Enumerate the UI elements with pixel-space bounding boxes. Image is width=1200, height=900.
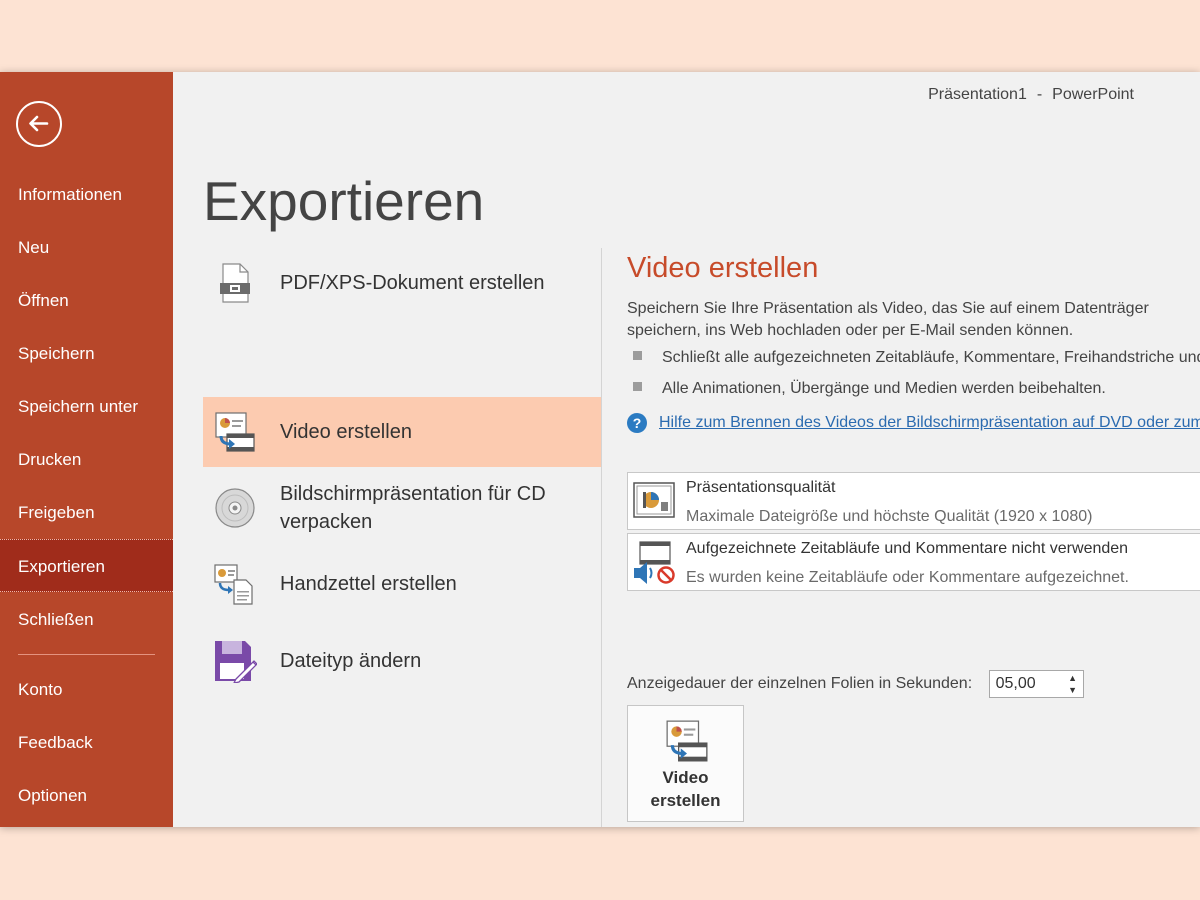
- sidebar-item-feedback[interactable]: Feedback: [0, 716, 173, 769]
- sidebar-item-konto[interactable]: Konto: [0, 663, 173, 716]
- quality-title: Präsentationsqualität: [686, 479, 836, 496]
- export-option-label: Bildschirmpräsentation für CD verpacken: [280, 483, 546, 533]
- handout-icon: [214, 564, 253, 605]
- help-link-text[interactable]: Hilfe zum Brennen des Videos der Bildsch…: [659, 414, 1200, 431]
- quality-dropdown[interactable]: Präsentationsqualität Maximale Dateigröß…: [627, 472, 1200, 530]
- page-title: Exportieren: [203, 170, 485, 232]
- timings-subtitle: Es wurden keine Zeitabläufe oder Komment…: [686, 569, 1129, 586]
- slide-duration-row: Anzeigedauer der einzelnen Folien in Sek…: [627, 670, 1084, 698]
- sidebar-item-drucken[interactable]: Drucken: [0, 433, 173, 486]
- app-name: PowerPoint: [1052, 86, 1134, 103]
- sidebar-item-neu[interactable]: Neu: [0, 221, 173, 274]
- create-video-label-line2: erstellen: [650, 791, 721, 810]
- panel-divider: [601, 248, 602, 827]
- create-video-icon: [666, 720, 708, 762]
- export-option-label: Handzettel erstellen: [280, 573, 457, 595]
- slide-duration-stepper[interactable]: ▲ ▼: [988, 670, 1084, 698]
- timings-title: Aufgezeichnete Zeitabläufe und Kommentar…: [686, 540, 1129, 557]
- export-option-change-file-type[interactable]: Dateityp ändern: [203, 626, 601, 696]
- create-video-label: Video erstellen: [628, 766, 743, 812]
- back-arrow-icon: [29, 115, 49, 132]
- export-option-label: Video erstellen: [280, 421, 412, 443]
- export-option-video[interactable]: Video erstellen: [203, 397, 601, 467]
- detail-bullet: Alle Animationen, Übergänge und Medien w…: [633, 380, 1106, 398]
- spin-up-icon[interactable]: ▲: [1067, 672, 1079, 684]
- create-video-label-line1: Video: [662, 768, 709, 787]
- detail-description: Speichern Sie Ihre Präsentation als Vide…: [627, 300, 1149, 339]
- pdf-document-icon: [220, 263, 250, 303]
- timings-dropdown[interactable]: Aufgezeichnete Zeitabläufe und Kommentar…: [627, 533, 1200, 591]
- export-option-cd-package[interactable]: Bildschirmpräsentation für CD verpacken: [203, 474, 601, 542]
- video-icon: [215, 412, 255, 452]
- backstage-sidebar: Informationen Neu Öffnen Speichern Speic…: [0, 72, 173, 827]
- help-link[interactable]: ? Hilfe zum Brennen des Videos der Bildsc…: [627, 413, 1200, 433]
- document-name: Präsentation1: [928, 86, 1027, 103]
- sidebar-item-exportieren[interactable]: Exportieren: [0, 539, 173, 592]
- no-narration-icon: [634, 541, 675, 584]
- export-option-label: Dateityp ändern: [280, 650, 422, 672]
- detail-bullet: Schließt alle aufgezeichneten Zeitabläuf…: [633, 349, 1200, 367]
- sidebar-divider: [18, 654, 155, 655]
- file-type-icon: [215, 641, 257, 683]
- create-video-button[interactable]: Video erstellen: [627, 705, 744, 822]
- slide-duration-input[interactable]: [989, 671, 1062, 697]
- cd-icon: [215, 488, 255, 528]
- sidebar-item-speichern[interactable]: Speichern: [0, 327, 173, 380]
- quality-subtitle: Maximale Dateigröße und höchste Qualität…: [686, 508, 1093, 525]
- export-option-pdf-xps[interactable]: PDF/XPS-Dokument erstellen: [203, 248, 601, 318]
- title-separator: -: [1036, 86, 1043, 103]
- sidebar-item-schliessen[interactable]: Schließen: [0, 593, 173, 646]
- slide-duration-label: Anzeigedauer der einzelnen Folien in Sek…: [627, 675, 973, 692]
- export-option-handout[interactable]: Handzettel erstellen: [203, 549, 601, 619]
- help-question-icon: ?: [627, 413, 647, 433]
- export-option-label: PDF/XPS-Dokument erstellen: [280, 272, 545, 294]
- sidebar-item-oeffnen[interactable]: Öffnen: [0, 274, 173, 327]
- bullet-text: Schließt alle aufgezeichneten Zeitabläuf…: [662, 349, 1200, 366]
- spin-down-icon[interactable]: ▼: [1067, 684, 1079, 696]
- bullet-square-icon: [633, 351, 642, 361]
- sidebar-item-freigeben[interactable]: Freigeben: [0, 486, 173, 539]
- bullet-text: Alle Animationen, Übergänge und Medien w…: [662, 380, 1106, 397]
- presentation-quality-icon: [633, 482, 675, 518]
- detail-heading: Video erstellen: [627, 252, 819, 284]
- back-button[interactable]: [16, 101, 62, 147]
- powerpoint-window: Informationen Neu Öffnen Speichern Speic…: [0, 72, 1200, 827]
- window-title: Präsentation1- PowerPoint: [928, 86, 1134, 104]
- sidebar-item-informationen[interactable]: Informationen: [0, 168, 173, 221]
- sidebar-item-speichern-unter[interactable]: Speichern unter: [0, 380, 173, 433]
- sidebar-item-optionen[interactable]: Optionen: [0, 769, 173, 822]
- bullet-square-icon: [633, 382, 642, 392]
